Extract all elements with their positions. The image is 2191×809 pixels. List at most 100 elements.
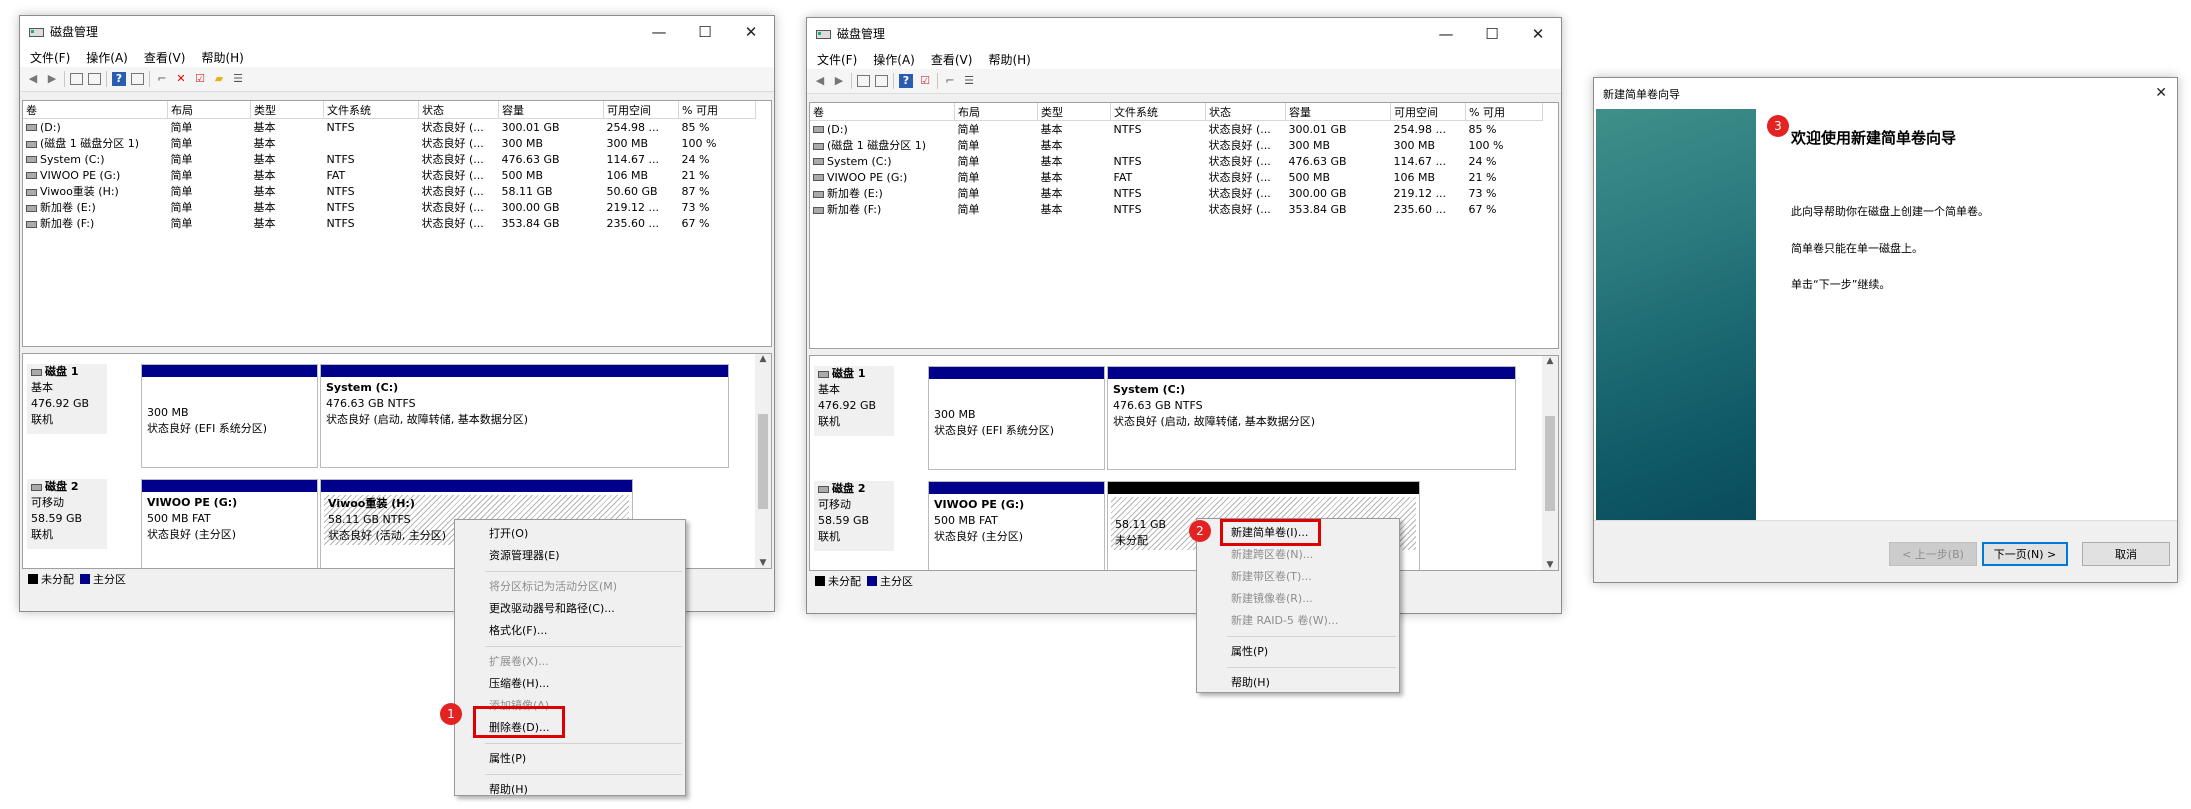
console-tree-icon[interactable] — [70, 73, 83, 85]
partition-viwoo-pe-g[interactable]: VIWOO PE (G:) 500 MB FAT 状态良好 (主分区) — [928, 481, 1105, 570]
menu-view[interactable]: 查看(V) — [144, 49, 186, 66]
col-free-space-header[interactable]: 可用空间 — [1390, 103, 1466, 121]
disk-1-label[interactable]: 磁盘 1 基本 476.92 GB 联机 — [27, 364, 107, 434]
menu-help[interactable]: 帮助(H) — [201, 49, 243, 66]
table-row[interactable]: 新加卷 (E:) 简单 基本 NTFS 状态良好 (... 300.00 GB 219.12… — [810, 185, 1543, 201]
folder-icon[interactable]: ▰ — [212, 72, 226, 86]
disk-1-name: 磁盘 1 — [832, 367, 866, 380]
menu-item[interactable]: 打开(O) — [455, 523, 685, 545]
disk-2-label[interactable]: 磁盘 2 可移动 58.59 GB 联机 — [27, 479, 107, 549]
forward-arrow-icon[interactable]: ▶ — [45, 72, 59, 86]
disk-2-label[interactable]: 磁盘 2 可移动 58.59 GB 联机 — [814, 481, 894, 551]
table-row[interactable]: (D:) 简单 基本 NTFS 状态良好 (... 300.01 GB 254.98 ...… — [23, 119, 756, 136]
menu-view[interactable]: 查看(V) — [931, 51, 973, 68]
disk-1-type: 基本 — [818, 383, 840, 396]
scroll-thumb[interactable] — [758, 414, 768, 509]
table-row[interactable]: (D:) 简单 基本 NTFS 状态良好 (... 300.01 GB 254.98 ...… — [810, 121, 1543, 138]
help-icon[interactable]: ? — [112, 72, 126, 86]
menu-action[interactable]: 操作(A) — [873, 51, 915, 68]
vertical-scrollbar[interactable]: ▲ ▼ — [755, 354, 771, 568]
partition-viwoo-pe-g[interactable]: VIWOO PE (G:) 500 MB FAT 状态良好 (主分区) — [141, 479, 318, 568]
partition-efi[interactable]: 300 MB 状态良好 (EFI 系统分区) — [928, 366, 1105, 470]
table-row[interactable]: (磁盘 1 磁盘分区 1) 简单 基本 状态良好 (... 300 MB 300 MB 10… — [23, 135, 756, 151]
col-capacity-header[interactable]: 容量 — [498, 101, 604, 119]
menu-item[interactable]: 更改驱动器号和路径(C)... — [455, 598, 685, 620]
delete-icon[interactable]: ✕ — [174, 72, 188, 86]
table-row[interactable]: Viwoo重装 (H:) 简单 基本 NTFS 状态良好 (... 58.11 GB 50.… — [23, 183, 756, 199]
cancel-button[interactable]: 取消 — [2082, 542, 2170, 566]
connect-icon[interactable]: ⌐ — [155, 72, 169, 86]
partition-size: 476.63 GB NTFS — [1113, 399, 1203, 412]
scroll-up-icon[interactable]: ▲ — [755, 354, 771, 364]
partition-system-c[interactable]: System (C:) 476.63 GB NTFS 状态良好 (启动, 故障转… — [1107, 366, 1516, 470]
back-button[interactable]: < 上一步(B) — [1889, 542, 1977, 566]
scroll-up-icon[interactable]: ▲ — [1542, 356, 1558, 366]
table-row[interactable]: System (C:) 简单 基本 NTFS 状态良好 (... 476.63 GB 114… — [810, 153, 1543, 169]
partition-system-c[interactable]: System (C:) 476.63 GB NTFS 状态良好 (启动, 故障转… — [320, 364, 729, 468]
col-percent-free-header[interactable]: % 可用 — [1465, 103, 1543, 121]
check-icon[interactable]: ☑ — [193, 72, 207, 86]
partition-status: 状态良好 (EFI 系统分区) — [934, 424, 1055, 437]
disk-1-label[interactable]: 磁盘 1 基本 476.92 GB 联机 — [814, 366, 894, 436]
maximize-button[interactable]: ☐ — [1469, 18, 1515, 49]
menu-item[interactable]: 格式化(F)... — [455, 620, 685, 642]
close-button[interactable]: ✕ — [728, 16, 774, 47]
table-row[interactable]: (磁盘 1 磁盘分区 1) 简单 基本 状态良好 (... 300 MB 300 MB 10… — [810, 137, 1543, 153]
back-arrow-icon[interactable]: ◀ — [26, 72, 40, 86]
help-icon[interactable]: ? — [899, 74, 913, 88]
col-status-header[interactable]: 状态 — [418, 101, 499, 119]
table-row[interactable]: System (C:) 简单 基本 NTFS 状态良好 (... 476.63 GB 114… — [23, 151, 756, 167]
col-free-space-header[interactable]: 可用空间 — [603, 101, 679, 119]
col-status-header[interactable]: 状态 — [1205, 103, 1286, 121]
partition-efi[interactable]: 300 MB 状态良好 (EFI 系统分区) — [141, 364, 318, 468]
menu-item[interactable]: 帮助(H) — [1197, 672, 1399, 694]
scroll-down-icon[interactable]: ▼ — [1542, 560, 1558, 570]
col-layout-header[interactable]: 布局 — [954, 103, 1038, 121]
table-row[interactable]: 新加卷 (E:) 简单 基本 NTFS 状态良好 (... 300.00 GB 219.12… — [23, 199, 756, 215]
menu-item[interactable]: 属性(P) — [455, 748, 685, 770]
col-status-cell: 状态良好 (... — [421, 121, 484, 134]
maximize-button[interactable]: ☐ — [682, 16, 728, 47]
menu-item[interactable]: 属性(P) — [1197, 641, 1399, 663]
connect-icon[interactable]: ⌐ — [943, 74, 957, 88]
vertical-scrollbar[interactable]: ▲ ▼ — [1542, 356, 1558, 570]
table-row[interactable]: 新加卷 (F:) 简单 基本 NTFS 状态良好 (... 353.84 GB 235.60… — [23, 215, 756, 231]
volume-name: 新加卷 (E:) — [40, 201, 96, 214]
col-volume-header[interactable]: 卷 — [810, 103, 955, 121]
properties-icon[interactable] — [131, 73, 144, 85]
settings-list-icon[interactable]: ☰ — [231, 72, 245, 86]
col-layout-header[interactable]: 布局 — [167, 101, 251, 119]
forward-arrow-icon[interactable]: ▶ — [832, 74, 846, 88]
console-tree-icon[interactable] — [857, 75, 870, 87]
col-type-header[interactable]: 类型 — [250, 101, 324, 119]
close-button[interactable]: ✕ — [1515, 18, 1561, 49]
menu-file[interactable]: 文件(F) — [30, 49, 70, 66]
scroll-thumb[interactable] — [1545, 416, 1555, 511]
menu-file[interactable]: 文件(F) — [817, 51, 857, 68]
col-filesystem-header[interactable]: 文件系统 — [1110, 103, 1206, 121]
minimize-button[interactable]: — — [1423, 18, 1469, 49]
table-row[interactable]: 新加卷 (F:) 简单 基本 NTFS 状态良好 (... 353.84 GB 235.60… — [810, 201, 1543, 217]
menu-item[interactable]: 帮助(H) — [455, 779, 685, 801]
list-view-icon[interactable] — [875, 75, 888, 87]
scroll-down-icon[interactable]: ▼ — [755, 558, 771, 568]
menu-item[interactable]: 资源管理器(E) — [455, 545, 685, 567]
table-row[interactable]: VIWOO PE (G:) 简单 基本 FAT 状态良好 (... 500 MB 106 M… — [810, 169, 1543, 185]
check-icon[interactable]: ☑ — [918, 74, 932, 88]
settings-list-icon[interactable]: ☰ — [962, 74, 976, 88]
minimize-button[interactable]: — — [636, 16, 682, 47]
list-view-icon[interactable] — [88, 73, 101, 85]
col-filesystem-header[interactable]: 文件系统 — [323, 101, 419, 119]
menu-action[interactable]: 操作(A) — [86, 49, 128, 66]
menu-item[interactable]: 压缩卷(H)... — [455, 673, 685, 695]
col-percent-free-header[interactable]: % 可用 — [678, 101, 756, 119]
volume-drive-icon — [813, 206, 824, 214]
wizard-close-button[interactable]: ✕ — [2155, 85, 2167, 101]
col-type-header[interactable]: 类型 — [1037, 103, 1111, 121]
back-arrow-icon[interactable]: ◀ — [813, 74, 827, 88]
next-button[interactable]: 下一页(N) > — [1982, 542, 2068, 566]
col-volume-header[interactable]: 卷 — [23, 101, 168, 119]
menu-help[interactable]: 帮助(H) — [988, 51, 1030, 68]
table-row[interactable]: VIWOO PE (G:) 简单 基本 FAT 状态良好 (... 500 MB 106 M… — [23, 167, 756, 183]
col-capacity-header[interactable]: 容量 — [1285, 103, 1391, 121]
